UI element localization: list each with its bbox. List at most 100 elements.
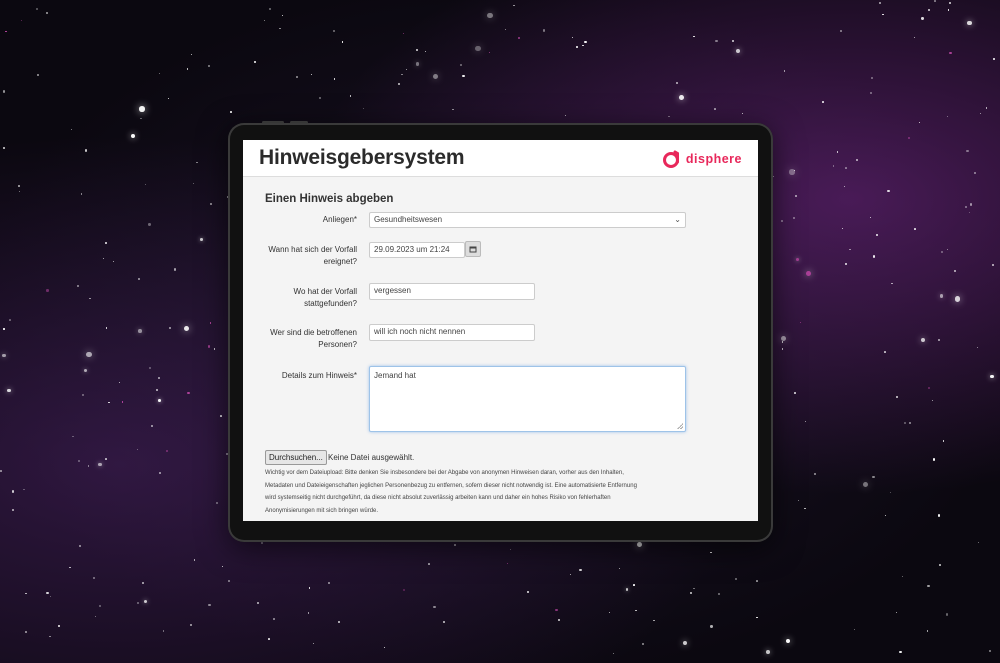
star: [945, 613, 949, 616]
star: [158, 472, 161, 475]
location-input[interactable]: vergessen: [369, 283, 535, 300]
star: [718, 593, 721, 596]
star: [895, 396, 898, 399]
star: [459, 63, 462, 66]
star: [104, 241, 107, 244]
star: [755, 616, 758, 619]
persons-input[interactable]: will ich noch nicht nennen: [369, 324, 535, 341]
calendar-button[interactable]: [465, 241, 481, 257]
star: [268, 638, 270, 640]
star: [949, 52, 952, 55]
date-value: 29.09.2023 um 21:24: [374, 245, 450, 254]
star: [988, 649, 992, 652]
anliegen-select[interactable]: Gesundheitswesen ⌄: [369, 212, 686, 228]
star: [822, 100, 825, 103]
star: [967, 21, 972, 26]
star: [103, 258, 105, 260]
star: [254, 61, 256, 63]
star: [799, 321, 802, 324]
star: [783, 70, 786, 72]
calendar-icon: [469, 246, 477, 253]
star: [312, 642, 315, 645]
star: [938, 338, 941, 341]
wer-label-line1: Wer sind die betroffenen: [270, 328, 357, 337]
star: [584, 40, 587, 43]
star: [927, 8, 931, 12]
star: [140, 117, 143, 120]
star: [572, 37, 574, 39]
chevron-down-icon: ⌄: [674, 215, 681, 224]
star: [383, 646, 385, 648]
star: [920, 338, 925, 343]
star: [168, 97, 170, 99]
star: [612, 652, 615, 655]
star: [765, 649, 770, 654]
details-textarea[interactable]: Jemand hat: [369, 366, 686, 432]
star: [406, 68, 408, 71]
star: [781, 347, 784, 350]
star: [840, 30, 843, 33]
star: [872, 255, 875, 258]
star: [642, 642, 645, 645]
star: [333, 78, 336, 80]
star: [433, 605, 436, 609]
star: [977, 347, 979, 349]
star: [904, 421, 907, 424]
star: [845, 263, 847, 265]
star: [542, 29, 545, 32]
star: [119, 381, 121, 383]
star: [979, 112, 982, 115]
star: [462, 74, 465, 78]
star: [781, 340, 784, 343]
wer-label-line2: Personen?: [318, 340, 357, 349]
star: [432, 73, 438, 79]
star: [269, 7, 272, 10]
star: [932, 399, 934, 401]
star: [308, 612, 310, 614]
star: [844, 186, 846, 188]
star: [575, 46, 578, 48]
section-title: Einen Hinweis abgeben: [265, 193, 394, 205]
star: [948, 9, 950, 11]
star: [219, 415, 222, 418]
star: [397, 83, 400, 86]
star: [261, 541, 264, 545]
star: [896, 611, 898, 613]
star: [121, 401, 124, 403]
resize-handle-icon[interactable]: [677, 423, 683, 429]
date-input[interactable]: 29.09.2023 um 21:24: [369, 242, 465, 258]
star: [69, 566, 71, 569]
star: [341, 41, 343, 43]
star: [137, 601, 140, 604]
star: [914, 36, 916, 38]
star: [143, 599, 148, 604]
star: [279, 27, 281, 30]
star: [582, 44, 584, 47]
star: [311, 74, 313, 76]
brand-logo: disphere: [662, 149, 742, 169]
star: [210, 202, 213, 205]
star: [555, 608, 558, 611]
star: [732, 40, 734, 42]
star: [222, 565, 224, 567]
star: [166, 449, 169, 452]
browse-button[interactable]: Durchsuchen...: [265, 450, 327, 465]
star: [94, 615, 97, 618]
star: [25, 592, 27, 595]
star: [158, 72, 161, 75]
upload-notice-line: wird systemseitig nicht durchgeführt, da…: [265, 495, 611, 501]
star: [309, 587, 311, 589]
star: [918, 122, 920, 124]
star: [973, 171, 976, 174]
star: [99, 605, 102, 608]
star: [794, 392, 797, 394]
star: [948, 1, 951, 4]
star: [3, 328, 5, 330]
star: [937, 514, 941, 517]
star: [80, 193, 83, 195]
star: [969, 203, 973, 206]
star: [527, 591, 529, 593]
star: [509, 548, 511, 550]
page-title: Hinweisgebersystem: [259, 146, 465, 169]
wann-label-line1: Wann hat sich der Vorfall: [268, 245, 357, 254]
